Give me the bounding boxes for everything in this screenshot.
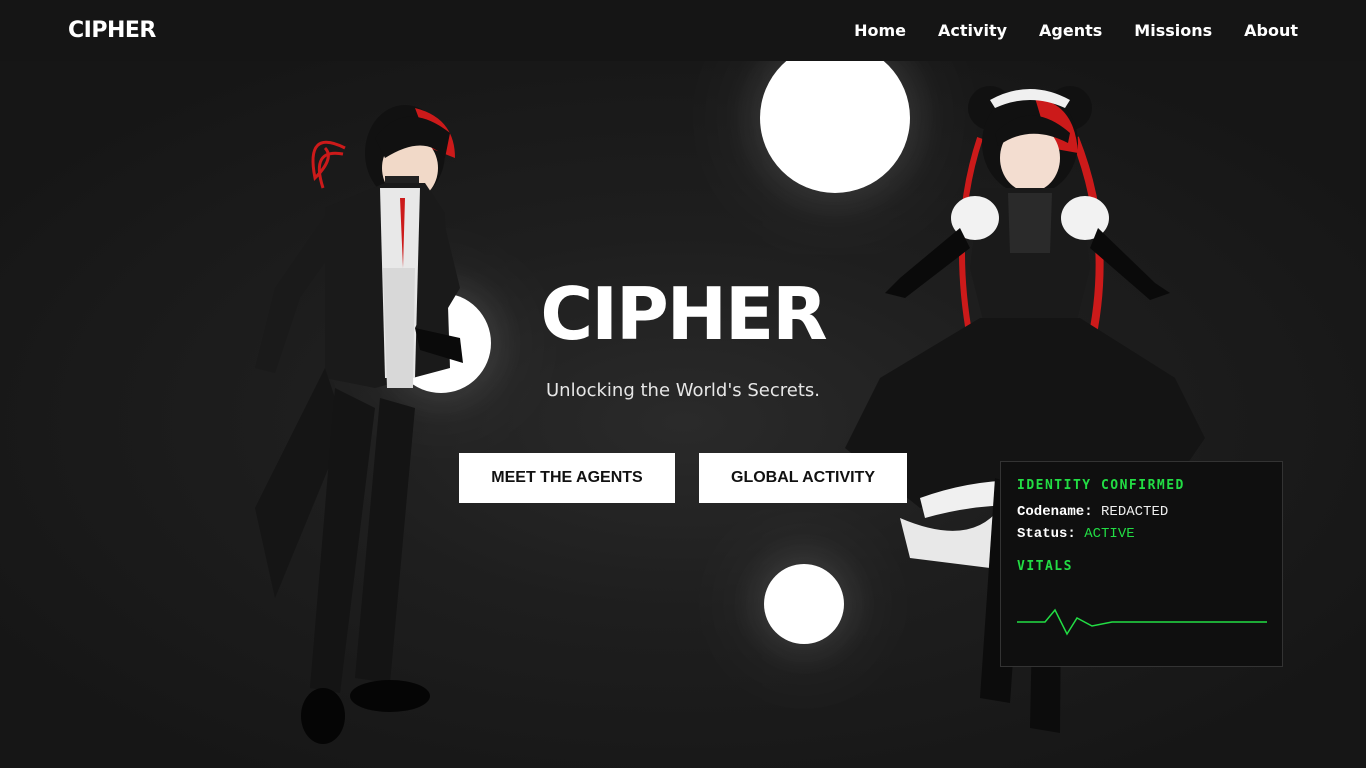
vitals-heading: VITALS [1017,559,1073,574]
nav-about[interactable]: About [1244,21,1298,40]
codename-value: REDACTED [1101,504,1169,520]
main-nav: Home Activity Agents Missions About [854,21,1298,40]
meet-agents-button[interactable]: MEET THE AGENTS [459,453,675,503]
codename-row: Codename: REDACTED [1017,501,1266,523]
hero-title: CIPHER [540,272,827,356]
vitals-heartbeat-graph [1017,608,1267,636]
codename-label: Codename: [1017,504,1093,520]
global-activity-button[interactable]: GLOBAL ACTIVITY [699,453,907,503]
butler-character-illustration [255,105,463,744]
status-row: Status: ACTIVE [1017,523,1266,545]
identity-panel: IDENTITY CONFIRMED Codename: REDACTED St… [1000,461,1283,667]
identity-heading: IDENTITY CONFIRMED [1017,478,1185,493]
nav-home[interactable]: Home [854,21,906,40]
brand-logo[interactable]: CIPHER [68,18,156,43]
nav-missions[interactable]: Missions [1134,21,1212,40]
status-label: Status: [1017,526,1076,542]
nav-agents[interactable]: Agents [1039,21,1102,40]
nav-activity[interactable]: Activity [938,21,1007,40]
status-value: ACTIVE [1084,526,1135,542]
top-navbar: CIPHER Home Activity Agents Missions Abo… [0,0,1366,61]
hero-subtitle: Unlocking the World's Secrets. [546,380,820,401]
